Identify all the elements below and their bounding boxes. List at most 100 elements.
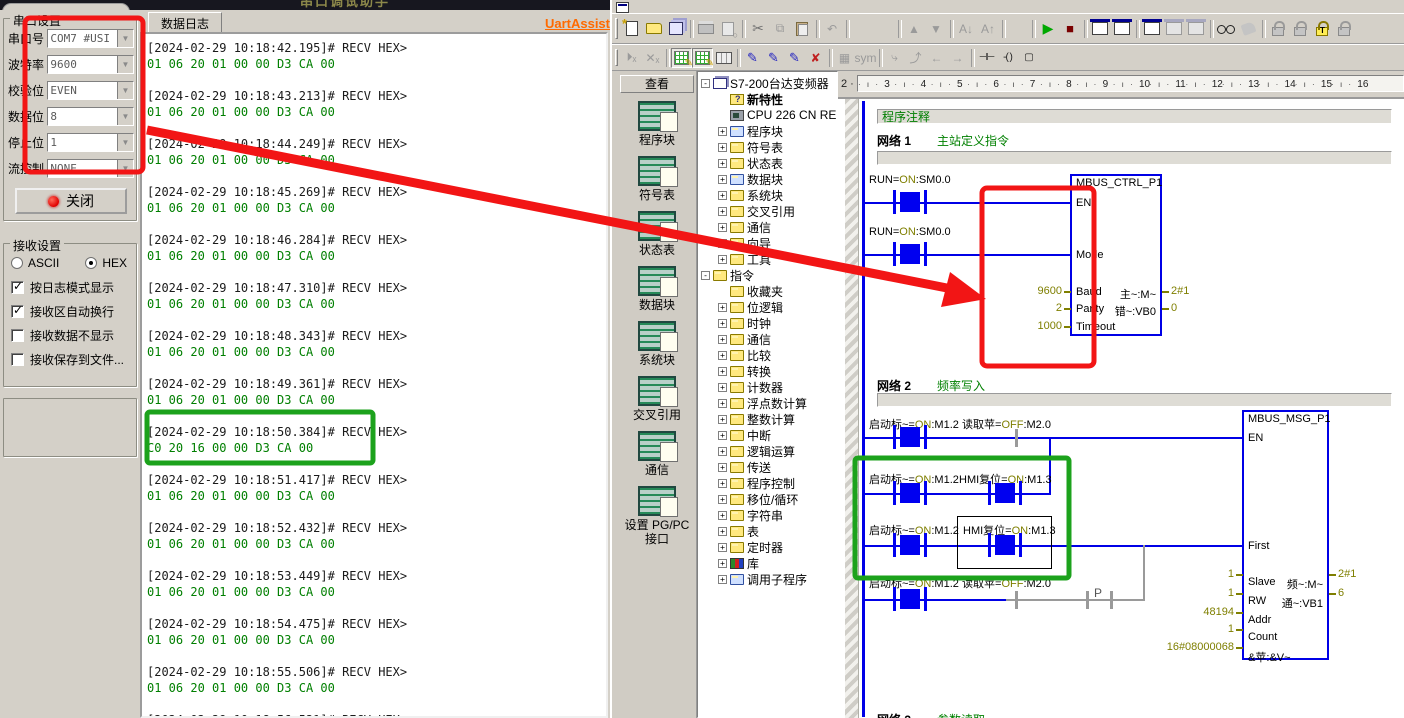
tree-item[interactable]: + 符号表 [698, 139, 837, 155]
contact-start1[interactable] [900, 427, 920, 447]
close-port-button[interactable]: 关闭 [15, 188, 127, 214]
toolbar-button[interactable] [873, 18, 895, 40]
chevron-down-icon[interactable]: ▼ [117, 108, 133, 125]
tree-expander[interactable]: + [718, 351, 727, 360]
toolbar-button[interactable] [1237, 18, 1259, 40]
tree-expander[interactable]: + [718, 575, 727, 584]
tree-item[interactable]: + 定时器 [698, 539, 837, 555]
tree-expander[interactable]: + [718, 479, 727, 488]
contact-start3[interactable] [900, 535, 920, 555]
toolbar-button[interactable] [671, 48, 692, 68]
tree-item[interactable]: + 交叉引用 [698, 203, 837, 219]
ladder-canvas[interactable]: 程序注释 网络 1主站定义指令 RUN=ON:SM0.0 RUN=ON:SM0.… [838, 97, 1404, 718]
tree-expander[interactable]: - [701, 271, 710, 280]
toolbar-button[interactable] [1141, 18, 1163, 40]
toolbar-button[interactable]: ✘ [805, 48, 826, 68]
receive-checkbox[interactable]: 按日志模式显示 [11, 279, 134, 296]
msg-count-value[interactable]: 1 [1136, 623, 1234, 635]
toolbar-button[interactable]: A↑ [977, 18, 999, 40]
toolbar-button[interactable]: A↓ [955, 18, 977, 40]
checkbox-icon[interactable] [11, 353, 24, 366]
tree-expander[interactable]: + [718, 159, 727, 168]
tree-item[interactable]: + 工具 [698, 251, 837, 267]
msg-slave-value[interactable]: 1 [1136, 568, 1234, 580]
toolbar-button[interactable]: → [947, 48, 968, 68]
tree-item[interactable]: + 传送 [698, 459, 837, 475]
tree-expander[interactable]: + [718, 335, 727, 344]
program-comment-bar[interactable]: 程序注释 [877, 109, 1392, 124]
tree-expander[interactable]: + [718, 543, 727, 552]
tree-expander[interactable]: + [718, 255, 727, 264]
toolbar-button[interactable]: ⤴ [905, 48, 926, 68]
tree-item[interactable]: + 字符串 [698, 507, 837, 523]
toolbar-button[interactable]: ▼ [925, 18, 947, 40]
tree-item[interactable]: + 系统块 [698, 187, 837, 203]
navigation-item[interactable]: 系统块 [620, 321, 694, 367]
toolbar-button[interactable]: ✂ [747, 18, 769, 40]
toolbar-button[interactable] [1111, 18, 1133, 40]
p-contact-right-bar[interactable] [1110, 591, 1113, 609]
toolbar-button[interactable]: ▲ [903, 18, 925, 40]
serial-field-select[interactable]: 8 ▼ [47, 107, 134, 126]
open-contact-read2[interactable] [1015, 591, 1018, 609]
contact-hmi1[interactable] [995, 483, 1015, 503]
toolbar-button[interactable]: ⊣⊢ [976, 48, 997, 68]
tree-expander[interactable]: + [718, 303, 727, 312]
navigation-item[interactable]: 程序块 [620, 101, 694, 147]
tree-expander[interactable]: + [718, 367, 727, 376]
toolbar-button[interactable] [1007, 18, 1029, 40]
toolbar-button[interactable] [1089, 18, 1111, 40]
receive-checkbox[interactable]: 接收保存到文件... [11, 351, 134, 368]
serial-field-select[interactable]: NONE ▼ [47, 159, 134, 178]
contact-start4[interactable] [900, 589, 920, 609]
toolbar-button[interactable] [791, 18, 813, 40]
toolbar-button[interactable] [717, 18, 739, 40]
toolbar-button[interactable] [692, 48, 713, 68]
navigation-item[interactable]: 通信 [620, 431, 694, 477]
tree-item[interactable]: + 状态表 [698, 155, 837, 171]
navigation-item[interactable]: 符号表 [620, 156, 694, 202]
mbus-ctrl-block[interactable]: MBUS_CTRL_P1 EN Mode Baud Parity Timeout… [1070, 174, 1162, 336]
toolbar-button[interactable] [1311, 18, 1333, 40]
navigation-item[interactable]: 交叉引用 [620, 376, 694, 422]
open-contact-read1[interactable] [1015, 429, 1018, 447]
toolbar-button[interactable]: ▦ [834, 48, 855, 68]
chevron-down-icon[interactable]: ▼ [117, 56, 133, 73]
checkbox-icon[interactable] [11, 305, 24, 318]
tree-item[interactable]: + 程序块 [698, 123, 837, 139]
tree-expander[interactable]: + [718, 191, 727, 200]
toolbar-button[interactable]: ⤷ [884, 48, 905, 68]
p-contact-left-bar[interactable] [1086, 591, 1089, 609]
network1-comment-bar[interactable] [877, 151, 1392, 165]
tree-item[interactable]: - 指令 [698, 267, 837, 283]
tree-item[interactable]: + 计数器 [698, 379, 837, 395]
tree-item[interactable]: 新特性 [698, 91, 837, 107]
toolbar-button[interactable]: ⧉ [769, 18, 791, 40]
tree-item[interactable]: + 时钟 [698, 315, 837, 331]
chevron-down-icon[interactable]: ▼ [117, 160, 133, 177]
toolbar-button[interactable] [1215, 18, 1237, 40]
msg-rw-value[interactable]: 1 [1136, 587, 1234, 599]
uartassist-brand-link[interactable]: UartAssist [545, 16, 610, 31]
toolbar-button[interactable]: ↶ [821, 18, 843, 40]
chevron-down-icon[interactable]: ▼ [117, 82, 133, 99]
toolbar-button[interactable]: ▶ [1037, 18, 1059, 40]
tree-item[interactable]: + 中断 [698, 427, 837, 443]
toolbar-button[interactable] [665, 18, 687, 40]
tree-expander[interactable]: + [718, 447, 727, 456]
tree-item[interactable]: + 移位/循环 [698, 491, 837, 507]
ctrl-out2-value[interactable]: 0 [1171, 302, 1177, 314]
tree-item[interactable]: + 逻辑运算 [698, 443, 837, 459]
tree-item[interactable]: 收藏夹 [698, 283, 837, 299]
tree-item[interactable]: + 通信 [698, 331, 837, 347]
tree-expander[interactable]: + [718, 431, 727, 440]
serial-field-select[interactable]: EVEN ▼ [47, 81, 134, 100]
serial-field-select[interactable]: COM7 #USI ▼ [47, 29, 134, 48]
tree-expander[interactable]: + [718, 143, 727, 152]
tree-item[interactable]: + 整数计算 [698, 411, 837, 427]
radio-ascii[interactable]: ASCII [11, 256, 59, 270]
tree-item[interactable]: + 比较 [698, 347, 837, 363]
contact-run1[interactable] [900, 192, 920, 212]
toolbar-grip2[interactable] [615, 49, 618, 67]
toolbar-button[interactable] [695, 18, 717, 40]
